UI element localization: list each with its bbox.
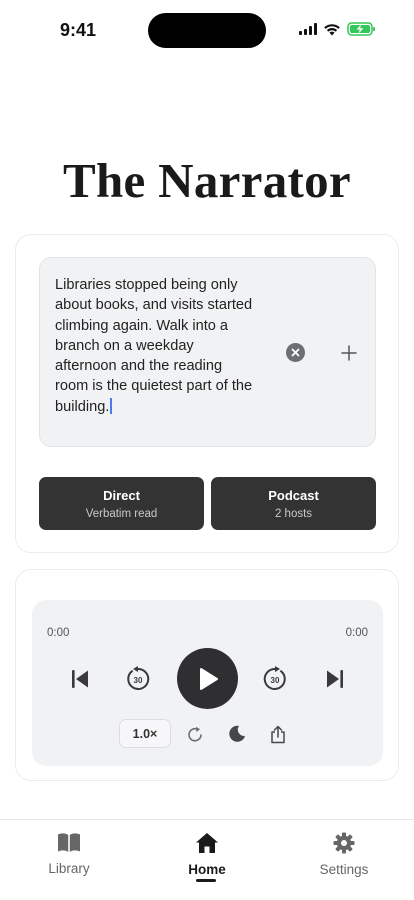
- skip-previous-icon: [72, 670, 88, 688]
- skip-next-button[interactable]: [324, 668, 346, 690]
- text-caret: [110, 397, 112, 414]
- tab-settings-label: Settings: [319, 862, 369, 877]
- text-input-value: Libraries stopped being only about books…: [55, 277, 253, 415]
- direct-mode-subtitle: Verbatim read: [85, 508, 158, 520]
- tab-home[interactable]: Home: [147, 832, 267, 877]
- composer-card: Libraries stopped being only about books…: [15, 234, 399, 553]
- cellular-signal-icon: [299, 23, 317, 35]
- house-icon: [196, 833, 218, 853]
- sleep-timer-button[interactable]: [226, 723, 248, 745]
- forward-30-button[interactable]: 30: [262, 666, 288, 692]
- dynamic-island: [148, 13, 266, 48]
- status-bar: 9:41: [0, 0, 414, 60]
- skip-next-icon: [327, 670, 343, 688]
- active-tab-indicator: [196, 879, 216, 882]
- play-button[interactable]: [177, 648, 238, 709]
- forward-30-icon: 30: [263, 666, 286, 690]
- book-icon: [58, 833, 80, 852]
- player-card: 0:00 0:00 30 30 1.0×: [15, 569, 399, 781]
- direct-mode-button[interactable]: Direct Verbatim read: [39, 477, 204, 530]
- audio-player: 0:00 0:00 30 30 1.0×: [32, 600, 383, 766]
- text-input-content: Libraries stopped being only about books…: [55, 275, 255, 417]
- add-button[interactable]: [338, 342, 359, 363]
- direct-mode-title: Direct: [103, 488, 140, 503]
- podcast-mode-subtitle: 2 hosts: [274, 508, 313, 520]
- tab-library[interactable]: Library: [9, 832, 129, 876]
- plus-icon: [340, 344, 357, 361]
- rewind-30-icon: 30: [127, 666, 150, 690]
- battery-charging-icon: [347, 22, 375, 36]
- rewind-30-button[interactable]: 30: [125, 666, 151, 692]
- gear-icon: [333, 832, 355, 854]
- share-button[interactable]: [268, 723, 288, 745]
- moon-icon: [229, 725, 245, 742]
- tab-library-label: Library: [48, 861, 90, 876]
- forward-30-label: 30: [271, 676, 280, 685]
- clear-text-button[interactable]: [286, 343, 305, 362]
- status-time: 9:41: [60, 20, 97, 40]
- duration-time: 0:00: [345, 627, 368, 639]
- elapsed-time: 0:00: [47, 627, 70, 639]
- tab-home-label: Home: [188, 862, 226, 877]
- status-icons: [299, 22, 376, 36]
- wifi-icon: [324, 23, 340, 35]
- tab-settings[interactable]: Settings: [284, 832, 404, 877]
- repeat-button[interactable]: [185, 724, 205, 744]
- podcast-mode-title: Podcast: [268, 488, 319, 503]
- playback-speed-button[interactable]: 1.0×: [119, 719, 171, 748]
- text-input[interactable]: Libraries stopped being only about books…: [39, 257, 376, 447]
- tab-bar: Library Home Settings: [0, 819, 414, 900]
- page-title: The Narrator: [63, 153, 351, 208]
- skip-previous-button[interactable]: [69, 668, 91, 690]
- podcast-mode-button[interactable]: Podcast 2 hosts: [211, 477, 376, 530]
- close-icon: [291, 348, 300, 357]
- rewind-30-label: 30: [134, 676, 143, 685]
- play-icon: [199, 667, 218, 690]
- repeat-icon: [187, 726, 202, 741]
- share-icon: [271, 725, 285, 743]
